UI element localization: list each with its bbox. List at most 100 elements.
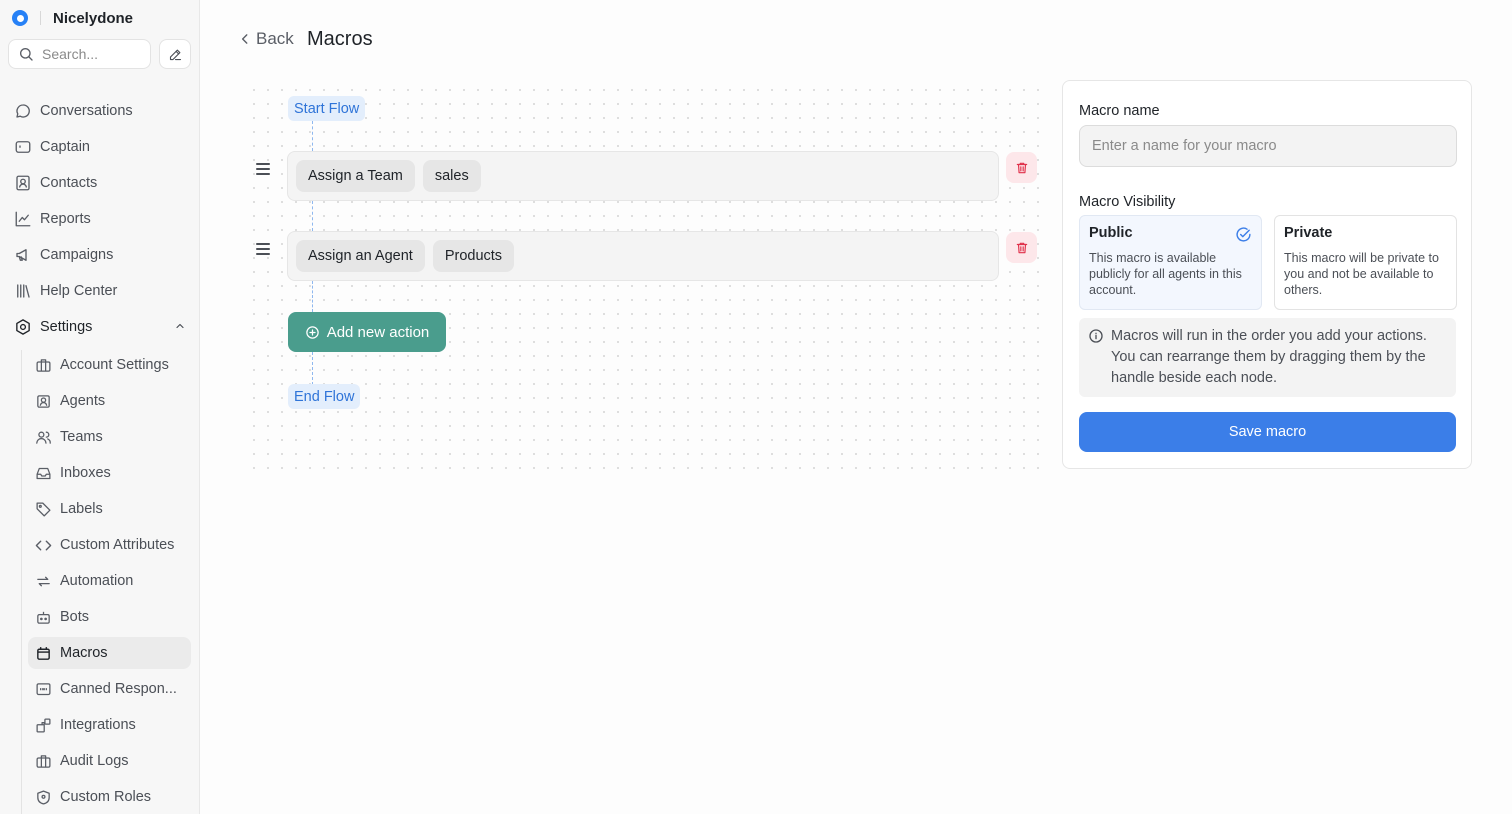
action-type-chip[interactable]: Assign a Team xyxy=(296,160,415,192)
sidebar-item-custom-attributes[interactable]: Custom Attributes xyxy=(28,529,191,561)
sidebar-item-label: Canned Respon... xyxy=(60,681,177,697)
sidebar-item-label: Reports xyxy=(40,211,91,227)
settings-icon xyxy=(16,319,30,335)
drag-handle-icon[interactable] xyxy=(256,163,270,175)
search-icon xyxy=(20,48,33,61)
sidebar-item-label: Contacts xyxy=(40,175,98,191)
sidebar-item-macros[interactable]: Macros xyxy=(28,637,191,669)
shield-icon xyxy=(37,789,50,805)
contact-card-icon xyxy=(16,175,30,191)
users-icon xyxy=(36,431,51,444)
info-note: Macros will run in the order you add you… xyxy=(1079,318,1456,397)
visibility-option-description: This macro is available publicly for all… xyxy=(1089,251,1242,297)
visibility-option-title: Private xyxy=(1284,225,1333,241)
sidebar-item-label: Conversations xyxy=(40,103,133,119)
save-macro-button[interactable]: Save macro xyxy=(1079,412,1456,452)
add-new-action-label: Add new action xyxy=(326,323,430,341)
divider xyxy=(40,11,41,25)
action-type-chip[interactable]: Assign an Agent xyxy=(296,240,425,272)
back-button[interactable]: Back xyxy=(238,29,294,49)
sidebar-item-label: Bots xyxy=(60,609,90,625)
sidebar-item-label: Integrations xyxy=(60,717,136,733)
action-value-chip[interactable]: sales xyxy=(422,160,481,192)
sidebar-item-label: Captain xyxy=(40,139,90,155)
back-label: Back xyxy=(256,29,294,48)
sidebar-item-bots[interactable]: Bots xyxy=(28,601,191,633)
action-node[interactable]: Assign an Agent Products xyxy=(287,231,999,281)
flow-connector xyxy=(312,121,313,151)
briefcase-icon xyxy=(36,754,51,768)
sidebar-item-inboxes[interactable]: Inboxes xyxy=(28,457,191,489)
user-square-icon xyxy=(37,394,50,408)
plus-circle-icon xyxy=(305,325,319,339)
sidebar-item-label: Agents xyxy=(60,393,106,409)
action-node[interactable]: Assign a Team sales xyxy=(287,151,999,201)
visibility-option-public[interactable]: Public This macro is available publicly … xyxy=(1079,215,1262,310)
sidebar-item-automation[interactable]: Automation xyxy=(28,565,191,597)
sidebar-item-conversations[interactable]: Conversations xyxy=(12,95,192,127)
library-icon xyxy=(17,284,30,298)
arrows-repeat-icon xyxy=(37,576,50,586)
sidebar-item-custom-roles[interactable]: Custom Roles xyxy=(28,781,191,813)
quote-message-icon xyxy=(36,682,51,695)
workspace-name: Nicelydone xyxy=(53,9,134,27)
visibility-option-description: This macro will be private to you and no… xyxy=(1284,251,1439,297)
sidebar-item-label: Automation xyxy=(60,573,134,589)
chat-bubble-icon xyxy=(16,104,30,118)
macro-visibility-label: Macro Visibility xyxy=(1079,194,1176,210)
tag-icon xyxy=(36,501,51,517)
sidebar-item-label: Teams xyxy=(60,429,103,445)
sidebar-item-label: Custom Attributes xyxy=(60,537,175,553)
pencil-icon xyxy=(169,49,181,60)
sidebar-item-account-settings[interactable]: Account Settings xyxy=(28,349,191,381)
action-value-chip[interactable]: Products xyxy=(432,240,515,272)
visibility-option-title: Public xyxy=(1089,225,1133,241)
blocks-icon xyxy=(36,717,51,733)
code-icon xyxy=(35,540,52,550)
end-flow-badge: End Flow xyxy=(288,384,361,409)
search-box[interactable] xyxy=(8,39,151,69)
bot-icon xyxy=(37,611,50,624)
start-flow-badge: Start Flow xyxy=(288,96,366,121)
sidebar-item-label: Help Center xyxy=(40,283,118,299)
sidebar-item-teams[interactable]: Teams xyxy=(28,421,191,453)
line-chart-icon xyxy=(15,211,31,227)
sidebar-item-captain[interactable]: Captain xyxy=(12,131,192,163)
briefcase-icon xyxy=(36,358,51,372)
sidebar-item-label: Custom Roles xyxy=(60,789,152,805)
info-icon xyxy=(1089,329,1103,343)
page-title: Macros xyxy=(307,28,373,50)
macro-name-input[interactable] xyxy=(1079,125,1457,167)
trash-icon xyxy=(1016,162,1027,173)
info-note-text: Macros will run in the order you add you… xyxy=(1111,328,1427,386)
sidebar-item-settings[interactable]: Settings xyxy=(12,311,192,343)
macro-icon xyxy=(37,646,50,660)
sidebar-item-agents[interactable]: Agents xyxy=(28,385,191,417)
search-input[interactable] xyxy=(42,46,142,62)
macro-settings-panel: Macro name Macro Visibility Public This … xyxy=(1062,80,1472,469)
drag-handle-icon[interactable] xyxy=(256,243,270,255)
sidebar-item-integrations[interactable]: Integrations xyxy=(28,709,191,741)
chevron-up-icon xyxy=(176,323,184,329)
delete-action-button[interactable] xyxy=(1006,152,1037,183)
sidebar-item-labels[interactable]: Labels xyxy=(28,493,191,525)
sidebar-item-contacts[interactable]: Contacts xyxy=(12,167,192,199)
sidebar-item-canned-responses[interactable]: Canned Respon... xyxy=(28,673,191,705)
add-new-action-button[interactable]: Add new action xyxy=(288,312,446,352)
sidebar-item-audit-logs[interactable]: Audit Logs xyxy=(28,745,191,777)
compose-button[interactable] xyxy=(159,39,191,69)
submenu-guide-line xyxy=(21,350,22,814)
check-circle-icon xyxy=(1236,227,1251,242)
sidebar-item-help-center[interactable]: Help Center xyxy=(12,275,192,307)
flow-connector xyxy=(312,352,313,385)
visibility-option-private[interactable]: Private This macro will be private to yo… xyxy=(1274,215,1457,310)
captain-icon xyxy=(15,141,31,153)
flow-connector xyxy=(312,281,313,312)
sidebar-item-label: Inboxes xyxy=(60,465,111,481)
delete-action-button[interactable] xyxy=(1006,232,1037,263)
inbox-icon xyxy=(36,467,51,479)
flow-connector xyxy=(312,201,313,231)
workspace-switcher[interactable]: Nicelydone xyxy=(12,8,133,28)
sidebar-item-campaigns[interactable]: Campaigns xyxy=(12,239,192,271)
sidebar-item-reports[interactable]: Reports xyxy=(12,203,192,235)
